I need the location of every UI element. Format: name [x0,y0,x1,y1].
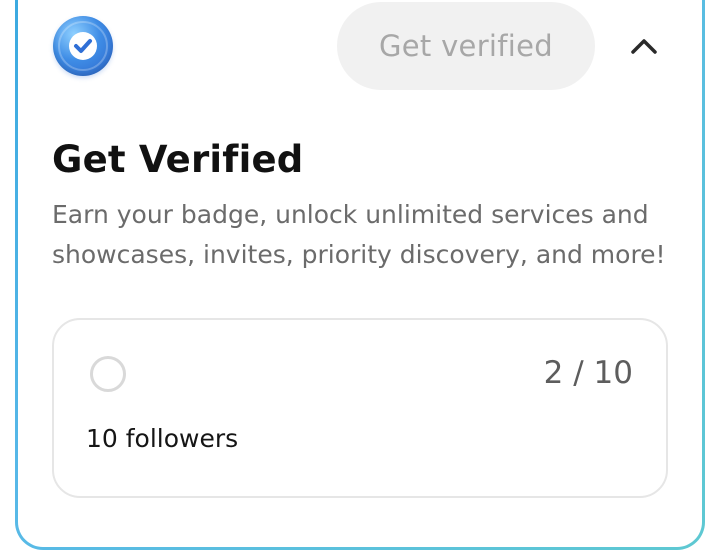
task-progress: 2 / 10 [543,355,633,391]
verified-check-badge-icon [53,16,113,76]
task-card-followers[interactable] [52,318,668,498]
task-label: 10 followers [86,424,239,453]
section-title: Get Verified [52,138,304,181]
get-verified-button[interactable]: Get verified [337,2,595,90]
task-status-radio[interactable] [90,356,126,392]
chevron-up-icon[interactable] [628,32,660,60]
section-description: Earn your badge, unlock unlimited servic… [52,200,666,269]
